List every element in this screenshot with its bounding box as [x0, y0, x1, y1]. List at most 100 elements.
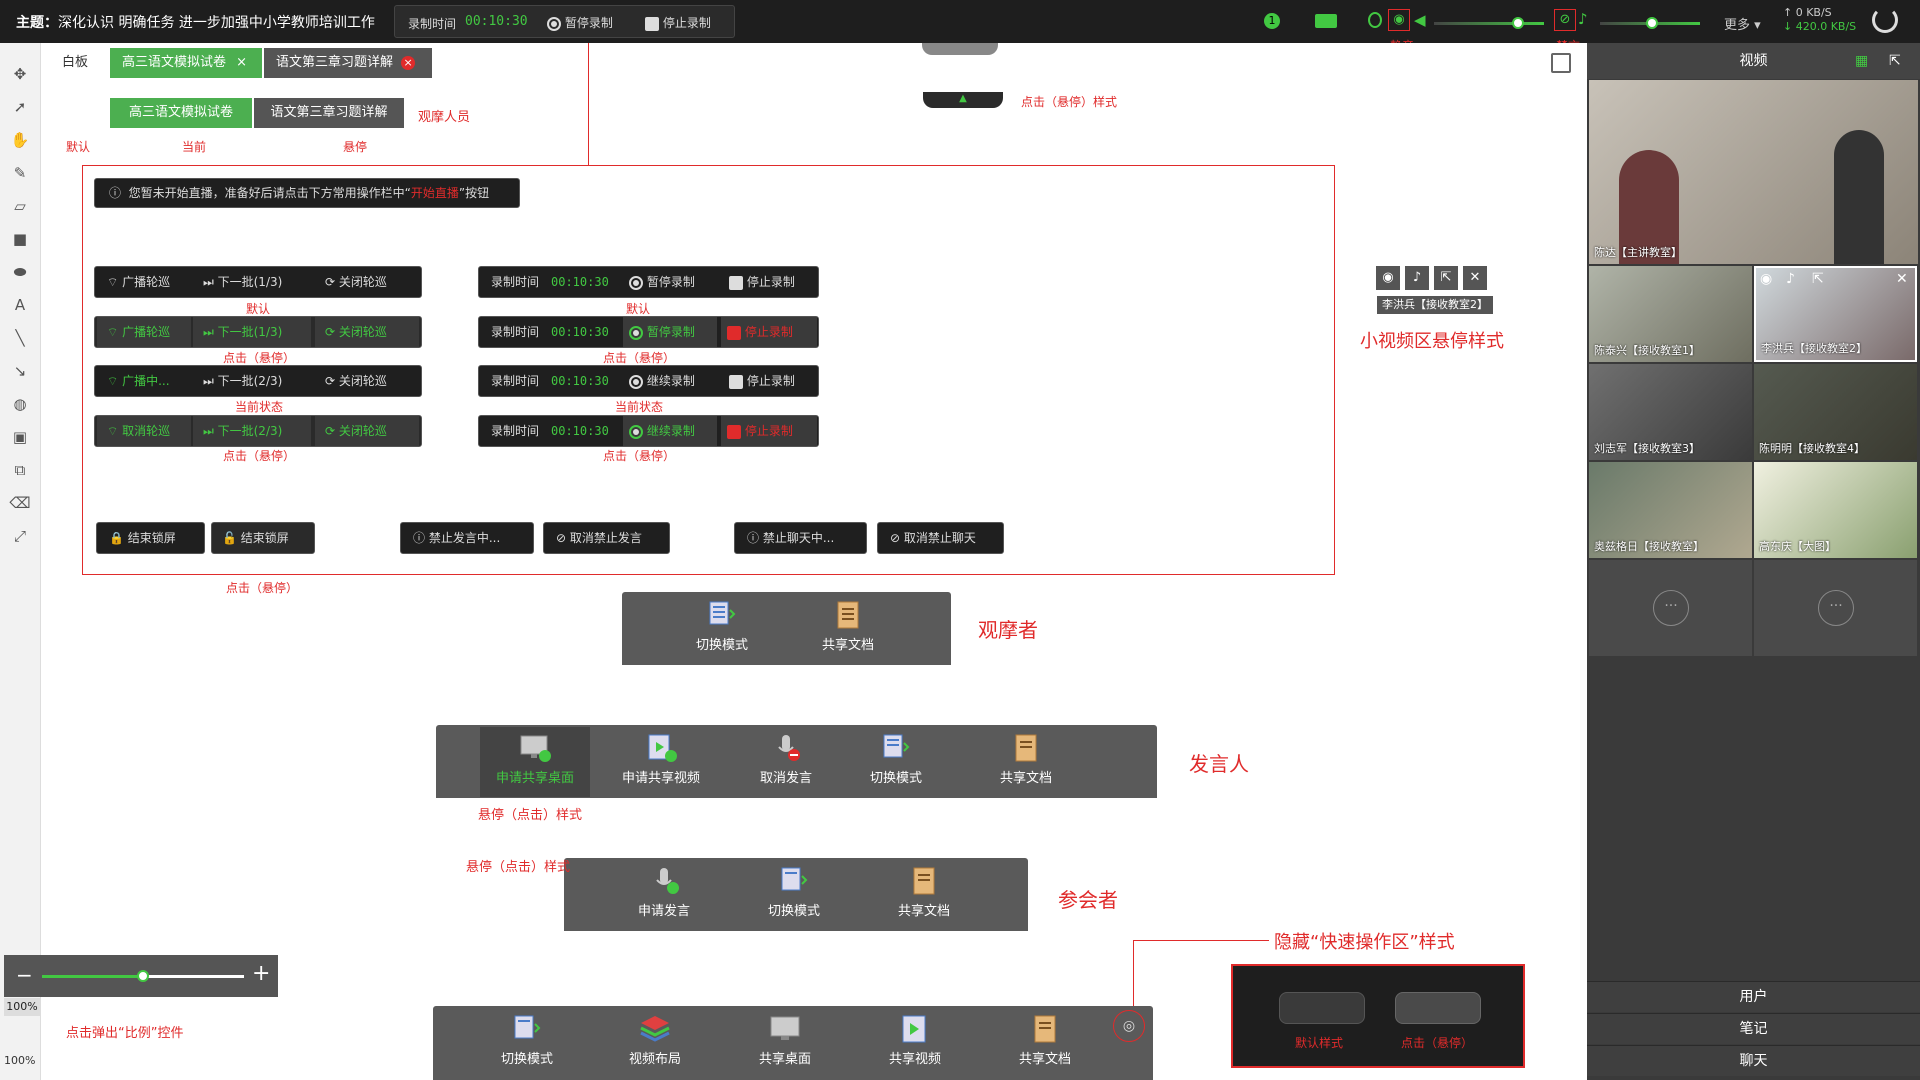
- resume-record-button[interactable]: 继续录制: [629, 366, 695, 396]
- grid-layout-icon[interactable]: ▦: [1855, 43, 1868, 79]
- unban-chat-button[interactable]: ⊘ 取消禁止聊天: [877, 522, 1004, 554]
- next-batch-button[interactable]: ⏭ 下一批(2/3): [203, 366, 282, 396]
- power-icon[interactable]: [1872, 7, 1898, 33]
- speaker-icon[interactable]: ◀: [1414, 11, 1426, 29]
- close-icon[interactable]: ✕: [1896, 271, 1908, 287]
- share-doc-button[interactable]: 共享文档: [874, 866, 974, 919]
- next-batch-button[interactable]: ⏭ 下一批(2/3): [193, 416, 311, 446]
- screenshot-icon[interactable]: ⧉: [9, 459, 31, 481]
- arrow-icon[interactable]: ↘: [9, 360, 31, 382]
- tab-whiteboard[interactable]: 白板: [50, 48, 100, 78]
- banned-chat-button[interactable]: ⓘ 禁止聊天中...: [734, 522, 867, 554]
- close-icon[interactable]: ✕: [1463, 266, 1487, 290]
- info-icon[interactable]: 1: [1264, 13, 1280, 29]
- video-tile[interactable]: 刘志军【接收教室3】: [1589, 364, 1752, 460]
- save-icon[interactable]: ▣: [9, 426, 31, 448]
- share-doc-button[interactable]: 共享文档: [995, 1014, 1095, 1067]
- webcam-icon[interactable]: ◉: [1376, 266, 1400, 290]
- switch-mode-button[interactable]: 切换模式: [682, 600, 762, 653]
- camera-icon[interactable]: [1315, 14, 1337, 28]
- hand-icon[interactable]: ✋: [9, 129, 31, 151]
- switch-mode-button[interactable]: 切换模式: [846, 733, 946, 786]
- stop-record-button[interactable]: 停止录制: [729, 366, 795, 396]
- pause-record-button[interactable]: 暂停录制: [547, 14, 613, 31]
- move-icon[interactable]: ✥: [9, 63, 31, 85]
- close-icon[interactable]: ×: [401, 56, 416, 70]
- palette-icon[interactable]: ◍: [9, 393, 31, 415]
- demo-tab-hover[interactable]: 语文第三章习题详解: [254, 98, 404, 128]
- share-doc-button[interactable]: 共享文档: [808, 600, 888, 653]
- switch-mode-button[interactable]: 切换模式: [744, 866, 844, 919]
- close-patrol-button[interactable]: ⟳ 关闭轮巡: [325, 366, 387, 396]
- next-batch-button[interactable]: ⏭ 下一批(1/3): [203, 267, 282, 297]
- empty-video-slot[interactable]: ···: [1754, 560, 1917, 656]
- zoom-in-button[interactable]: +: [252, 961, 270, 986]
- webcam-icon[interactable]: [1368, 12, 1382, 28]
- pause-record-button[interactable]: 暂停录制: [629, 267, 695, 297]
- hidden-handle-hover[interactable]: [1395, 992, 1481, 1024]
- tab-doc-1[interactable]: 高三语文模拟试卷 ×: [110, 48, 262, 78]
- zoom-level[interactable]: 100%: [4, 998, 40, 1016]
- request-share-desktop-button[interactable]: 申请共享桌面: [480, 727, 590, 797]
- text-icon[interactable]: A: [9, 294, 31, 316]
- close-icon[interactable]: ×: [236, 55, 247, 70]
- mic-icon[interactable]: ♪: [1578, 10, 1588, 28]
- clear-icon[interactable]: ⌫: [9, 492, 31, 514]
- cancel-speaking-button[interactable]: 取消发言: [736, 733, 836, 786]
- popout-icon[interactable]: ⇱: [1812, 271, 1824, 287]
- fit-screen-icon[interactable]: [1551, 53, 1571, 73]
- mic-volume-slider[interactable]: [1600, 17, 1700, 29]
- unban-speaking-button[interactable]: ⊘ 取消禁止发言: [543, 522, 670, 554]
- zoom-out-button[interactable]: −: [16, 963, 33, 987]
- mic-icon[interactable]: ♪: [1786, 271, 1795, 287]
- video-tile[interactable]: 陈泰兴【接收教室1】: [1589, 266, 1752, 362]
- users-button[interactable]: 用户: [1587, 981, 1920, 1012]
- main-video[interactable]: 陈达【主讲教室】: [1589, 80, 1918, 264]
- end-lock-button-hover[interactable]: 🔓 结束锁屏: [211, 522, 315, 554]
- stop-record-button[interactable]: 停止录制: [645, 14, 711, 31]
- share-desktop-button[interactable]: 共享桌面: [735, 1014, 835, 1067]
- video-tile[interactable]: 陈明明【接收教室4】: [1754, 364, 1917, 460]
- broadcast-button[interactable]: ⌔ 广播轮巡: [97, 317, 191, 347]
- video-tile[interactable]: 奥兹格日【接收教室】: [1589, 462, 1752, 558]
- hidden-handle-default[interactable]: [1279, 992, 1365, 1024]
- fullscreen-icon[interactable]: ⤢: [9, 525, 31, 547]
- mute-speaker-icon[interactable]: ◉: [1388, 9, 1410, 31]
- video-layout-button[interactable]: 视频布局: [605, 1014, 705, 1067]
- zoom-slider[interactable]: [42, 970, 244, 982]
- popout-icon[interactable]: ⇱: [1889, 43, 1901, 79]
- request-speak-button[interactable]: 申请发言: [614, 866, 714, 919]
- share-video-button[interactable]: 共享视频: [865, 1014, 965, 1067]
- notes-button[interactable]: 笔记: [1587, 1013, 1920, 1044]
- mic-icon[interactable]: ♪: [1405, 266, 1429, 290]
- resume-record-button[interactable]: 继续录制: [623, 416, 717, 446]
- popout-icon[interactable]: ⇱: [1434, 266, 1458, 290]
- banned-speaking-button[interactable]: ⓘ 禁止发言中...: [400, 522, 534, 554]
- stop-record-button[interactable]: 停止录制: [721, 416, 817, 446]
- ellipse-icon[interactable]: ⬬: [9, 261, 31, 283]
- collapse-handle[interactable]: [922, 43, 998, 55]
- close-patrol-button[interactable]: ⟳ 关闭轮巡: [325, 267, 387, 297]
- share-doc-button[interactable]: 共享文档: [976, 733, 1076, 786]
- broadcast-button[interactable]: ⌔ 广播轮巡: [107, 267, 170, 297]
- empty-video-slot[interactable]: ···: [1589, 560, 1752, 656]
- end-lock-button[interactable]: 🔒 结束锁屏: [96, 522, 205, 554]
- more-menu[interactable]: 更多 ▾: [1724, 14, 1761, 33]
- video-tile-hover[interactable]: ◉ ♪ ⇱ ✕ 李洪兵【接收教室2】: [1754, 266, 1917, 362]
- eraser-icon[interactable]: ▱: [9, 195, 31, 217]
- pause-record-button[interactable]: 暂停录制: [623, 317, 717, 347]
- switch-mode-button[interactable]: 切换模式: [477, 1014, 577, 1067]
- pen-icon[interactable]: ✎: [9, 162, 31, 184]
- line-icon[interactable]: ╲: [9, 327, 31, 349]
- pointer-icon[interactable]: ➚: [9, 96, 31, 118]
- cancel-patrol-button[interactable]: ⌔ 取消轮巡: [97, 416, 191, 446]
- close-patrol-button[interactable]: ⟳ 关闭轮巡: [315, 416, 419, 446]
- handle-hover-demo[interactable]: ▲: [923, 92, 1003, 108]
- broadcasting-button[interactable]: ⌔ 广播中...: [107, 366, 170, 396]
- hide-eye-icon[interactable]: ◎: [1113, 1010, 1145, 1042]
- rectangle-icon[interactable]: ■: [9, 228, 31, 250]
- chat-button[interactable]: 聊天: [1587, 1045, 1920, 1076]
- video-tile[interactable]: 高东庆【大图】: [1754, 462, 1917, 558]
- speaker-volume-slider[interactable]: [1434, 17, 1544, 29]
- zoom-level-2[interactable]: 100%: [4, 1054, 35, 1067]
